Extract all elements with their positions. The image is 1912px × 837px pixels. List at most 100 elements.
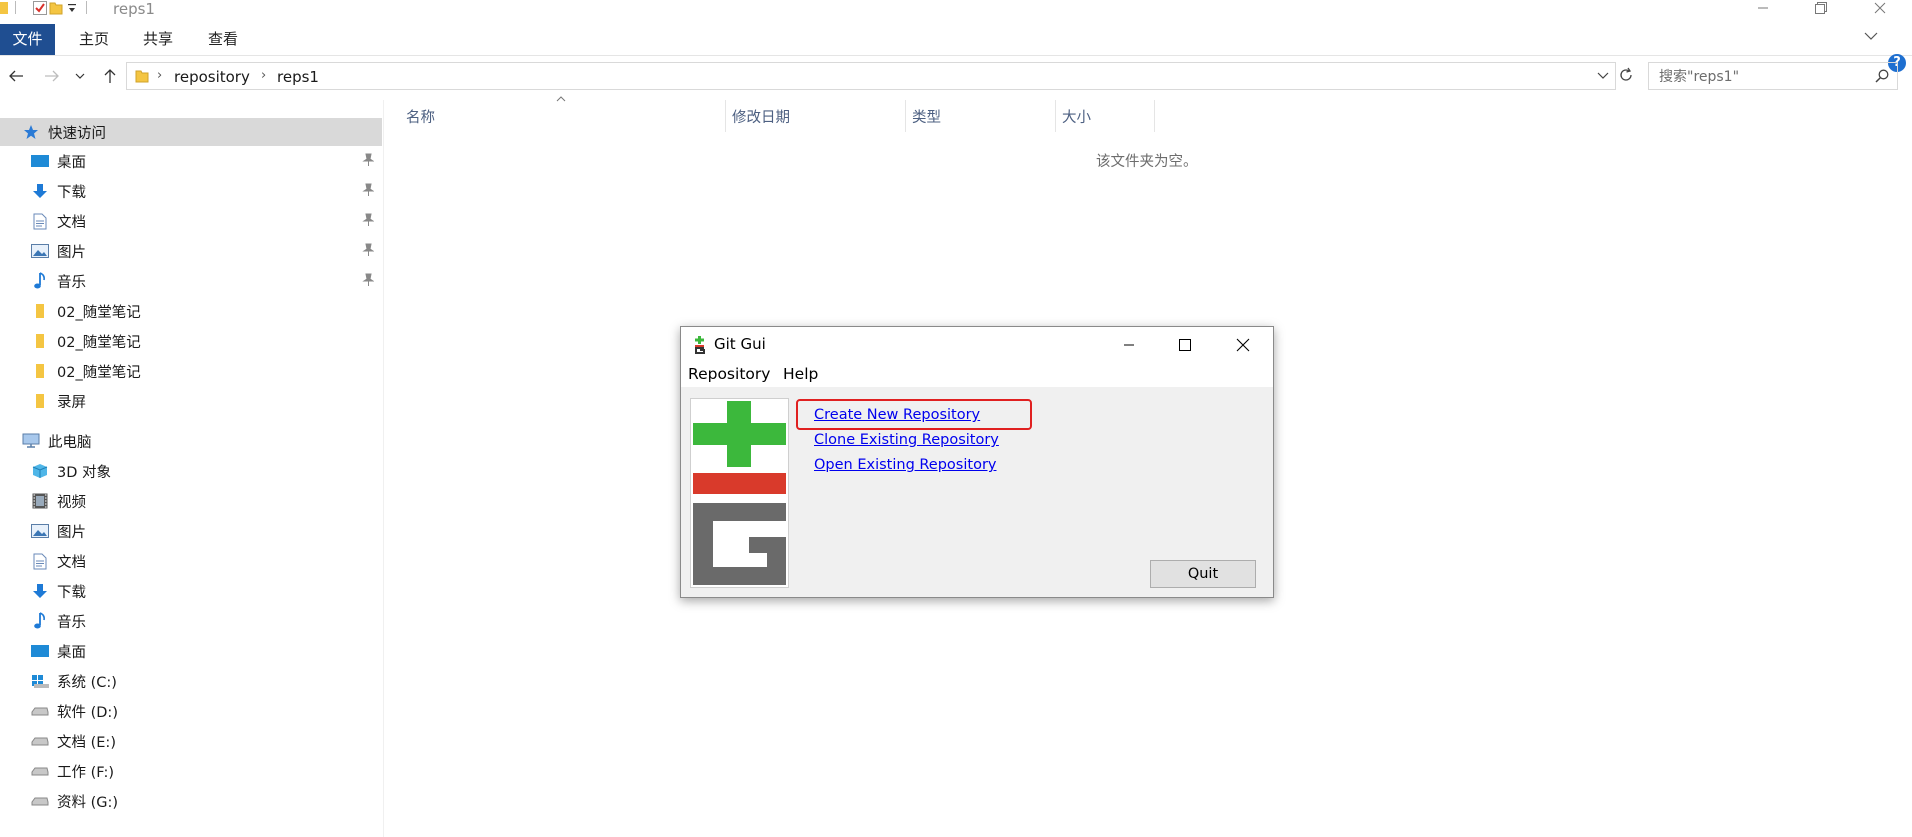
create-new-repository-link[interactable]: Create New Repository — [814, 407, 980, 423]
picture-icon — [31, 242, 49, 260]
sidebar-item-folder-notes-3[interactable]: 02_随堂笔记 — [0, 357, 382, 385]
drive-icon — [31, 792, 49, 810]
recent-locations-icon[interactable] — [72, 62, 88, 90]
search-box[interactable] — [1648, 62, 1898, 90]
column-header-type[interactable]: 类型 — [912, 106, 941, 130]
sidebar-item-videos[interactable]: 视频 — [0, 487, 382, 515]
column-separator[interactable] — [1055, 100, 1056, 132]
properties-icon[interactable] — [33, 0, 47, 15]
refresh-icon[interactable] — [1617, 66, 1635, 84]
sidebar-item-desktop[interactable]: 桌面 — [0, 147, 382, 175]
sidebar-item-drive-c[interactable]: 系统 (C:) — [0, 667, 382, 695]
pane-divider[interactable] — [383, 100, 384, 837]
sidebar-item-desktop[interactable]: 桌面 — [0, 637, 382, 665]
breadcrumb-separator-icon[interactable]: › — [157, 68, 162, 83]
sidebar-item-downloads[interactable]: 下载 — [0, 177, 382, 205]
sidebar-item-label: 文档 — [57, 554, 86, 571]
star-icon — [22, 123, 40, 141]
sidebar-item-drive-d[interactable]: 软件 (D:) — [0, 697, 382, 725]
sidebar-item-label: 02_随堂笔记 — [57, 304, 141, 321]
column-header-date-modified[interactable]: 修改日期 — [732, 106, 790, 130]
sidebar-item-documents[interactable]: 文档 — [0, 547, 382, 575]
sidebar-item-3d-objects[interactable]: 3D 对象 — [0, 457, 382, 485]
column-header-size[interactable]: 大小 — [1062, 106, 1091, 130]
sidebar-item-pictures[interactable]: 图片 — [0, 237, 382, 265]
sidebar-item-downloads[interactable]: 下载 — [0, 577, 382, 605]
sidebar-item-label: 02_随堂笔记 — [57, 364, 141, 381]
minimize-icon[interactable] — [1105, 327, 1153, 363]
back-icon[interactable] — [3, 62, 29, 90]
sidebar-item-label: 录屏 — [57, 394, 86, 411]
new-folder-icon[interactable] — [49, 0, 63, 15]
breadcrumb-separator-icon[interactable]: › — [261, 68, 266, 83]
tab-view[interactable]: 查看 — [194, 24, 252, 55]
open-existing-repository-link[interactable]: Open Existing Repository — [814, 457, 996, 473]
ribbon-expand-icon[interactable] — [1864, 31, 1878, 41]
sidebar-item-label: 图片 — [57, 244, 86, 261]
quit-button[interactable]: Quit — [1150, 560, 1256, 588]
folder-icon — [31, 332, 49, 350]
quick-access-dropdown-icon[interactable] — [67, 2, 77, 14]
sidebar-item-label: 音乐 — [57, 614, 86, 631]
breadcrumb-reps1[interactable]: reps1 — [277, 68, 319, 86]
close-icon[interactable] — [1219, 327, 1267, 363]
dialog-title-bar[interactable]: Git Gui — [681, 327, 1273, 363]
tab-share[interactable]: 共享 — [129, 24, 187, 55]
maximize-icon[interactable] — [1161, 327, 1209, 363]
sidebar-item-label: 文档 (E:) — [57, 734, 116, 751]
column-separator[interactable] — [725, 100, 726, 132]
drive-icon — [31, 732, 49, 750]
minimize-icon[interactable] — [1740, 0, 1786, 20]
sidebar-item-folder-notes-2[interactable]: 02_随堂笔记 — [0, 327, 382, 355]
folder-icon — [31, 362, 49, 380]
sidebar-item-drive-e[interactable]: 文档 (E:) — [0, 727, 382, 755]
address-dropdown-icon[interactable] — [1597, 72, 1609, 80]
sidebar-item-drive-g[interactable]: 资料 (G:) — [0, 787, 382, 815]
search-icon[interactable] — [1875, 69, 1889, 83]
sidebar-item-documents[interactable]: 文档 — [0, 207, 382, 235]
column-separator[interactable] — [1154, 100, 1155, 132]
folder-icon — [31, 302, 49, 320]
pin-icon[interactable] — [362, 183, 374, 197]
pin-icon[interactable] — [362, 213, 374, 227]
drive-icon — [31, 702, 49, 720]
sidebar-item-quick-access[interactable]: 快速访问 — [0, 118, 382, 146]
video-icon — [31, 492, 49, 510]
download-icon — [31, 182, 49, 200]
music-icon — [31, 612, 49, 630]
up-icon[interactable] — [97, 62, 123, 90]
breadcrumb-repository[interactable]: repository — [174, 68, 250, 86]
forward-icon[interactable] — [39, 62, 65, 90]
column-separator[interactable] — [905, 100, 906, 132]
search-input[interactable] — [1657, 66, 1866, 88]
folder-icon — [0, 0, 8, 14]
tab-file[interactable]: 文件 — [0, 24, 55, 55]
menu-repository[interactable]: Repository — [688, 365, 770, 383]
sidebar-item-music[interactable]: 音乐 — [0, 267, 382, 295]
clone-existing-repository-link[interactable]: Clone Existing Repository — [814, 432, 999, 448]
sidebar-item-label: 资料 (G:) — [57, 794, 119, 811]
sidebar-item-music[interactable]: 音乐 — [0, 607, 382, 635]
menu-help[interactable]: Help — [783, 365, 818, 383]
computer-icon — [22, 432, 40, 450]
restore-icon[interactable] — [1798, 0, 1844, 20]
address-bar[interactable]: › repository › reps1 — [126, 62, 1616, 90]
document-icon — [31, 212, 49, 230]
column-header-name[interactable]: 名称 — [406, 106, 435, 130]
sidebar-item-label: 下载 — [57, 184, 86, 201]
sidebar-item-label: 快速访问 — [48, 125, 106, 142]
sidebar-item-folder-notes-1[interactable]: 02_随堂笔记 — [0, 297, 382, 325]
sidebar-item-drive-f[interactable]: 工作 (F:) — [0, 757, 382, 785]
pin-icon[interactable] — [362, 273, 374, 287]
pin-icon[interactable] — [362, 243, 374, 257]
sidebar-item-pictures[interactable]: 图片 — [0, 517, 382, 545]
tab-home[interactable]: 主页 — [65, 24, 123, 55]
sidebar-item-this-pc[interactable]: 此电脑 — [0, 427, 382, 455]
git-gui-dialog: Git Gui Repository Help Create New Repos… — [680, 326, 1274, 598]
close-icon[interactable] — [1857, 0, 1903, 20]
sidebar-item-label: 工作 (F:) — [57, 764, 115, 781]
sort-ascending-icon — [556, 96, 566, 102]
pin-icon[interactable] — [362, 153, 374, 167]
logo-letter-g — [693, 503, 786, 585]
sidebar-item-folder-recordings[interactable]: 录屏 — [0, 387, 382, 415]
